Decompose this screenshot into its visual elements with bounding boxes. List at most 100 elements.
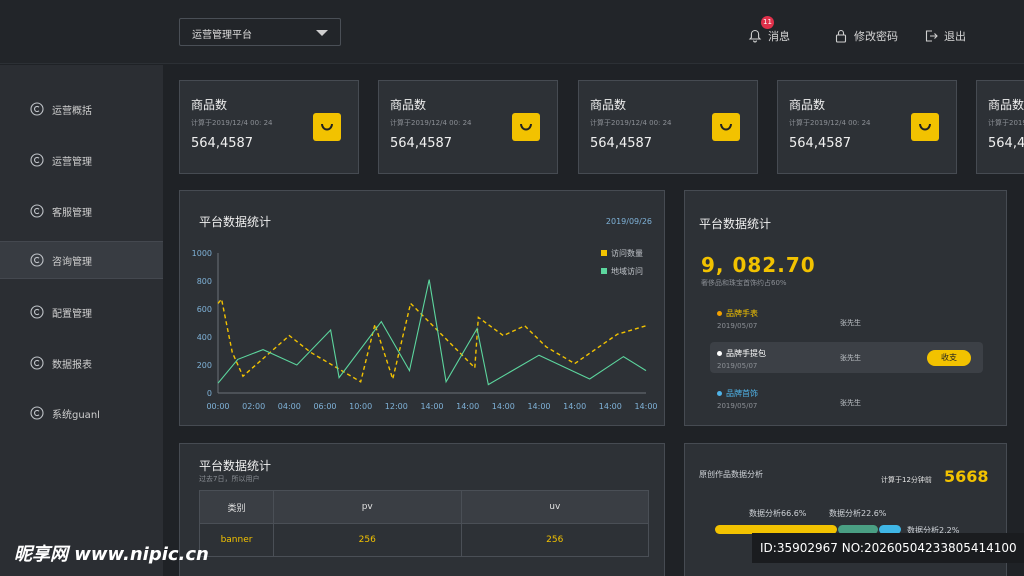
- item-name: 品牌首饰: [726, 389, 758, 398]
- x-tick-label: 14:00: [527, 402, 550, 411]
- change-password-button[interactable]: 修改密码: [834, 28, 898, 44]
- y-tick-label: 800: [197, 277, 212, 286]
- panel-title: 原创作品数据分析: [699, 470, 763, 479]
- copyright-icon: [30, 406, 44, 420]
- x-tick-label: 00:00: [206, 402, 229, 411]
- copyright-icon: [30, 305, 44, 319]
- status-dot: [717, 391, 722, 396]
- list-item[interactable]: 品牌手表 2019/05/07: [717, 308, 758, 330]
- change-password-label: 修改密码: [854, 30, 898, 43]
- sidebar-item-system[interactable]: 系统guanl: [0, 394, 163, 432]
- stat-card: 商品数 计算于2019/12/4 00: 24 564,4587: [976, 80, 1024, 174]
- column-header: 类别: [199, 490, 274, 524]
- legend-label-region: 地域访问: [611, 266, 643, 276]
- list-item[interactable]: 品牌手提包 2019/05/07: [717, 348, 766, 370]
- stat-card: 商品数 计算于2019/12/4 00: 24 564,4587: [777, 80, 957, 174]
- table-header-row: 类别 pv uv: [199, 490, 649, 524]
- segment-label: 数据分析66.6%: [749, 509, 807, 518]
- stat-card: 商品数 计算于2019/12/4 00: 24 564,4587: [179, 80, 359, 174]
- y-tick-label: 400: [197, 333, 212, 342]
- messages-label: 消息: [768, 30, 790, 43]
- panel-title: 平台数据统计: [199, 459, 272, 473]
- card-timestamp: 计算于2019/12/4 00: 24: [590, 119, 672, 127]
- card-value: 564,4587: [988, 136, 1024, 151]
- shopping-bag-icon: [313, 113, 341, 141]
- income-button[interactable]: 收支: [927, 350, 971, 366]
- data-table: 类别 pv uv banner 256 256: [199, 490, 649, 557]
- item-date: 2019/05/07: [717, 362, 758, 370]
- messages-button[interactable]: 消息: [748, 28, 790, 44]
- calc-time-label: 计算于12分钟前: [881, 476, 932, 484]
- list-item[interactable]: 品牌首饰 2019/05/07: [717, 388, 758, 410]
- segment-label: 数据分析22.6%: [829, 509, 887, 518]
- status-dot: [717, 351, 722, 356]
- platform-select[interactable]: 运营管理平台: [179, 18, 341, 46]
- watermark-id: ID:35902967 NO:20260504233805414100: [752, 533, 1024, 563]
- card-title: 商品数: [789, 98, 826, 112]
- table-cell: banner: [199, 523, 274, 557]
- series-line-region: [217, 279, 647, 386]
- table-row[interactable]: banner 256 256: [199, 523, 649, 557]
- card-timestamp: 计算于2019/12/4 00: 24: [390, 119, 472, 127]
- item-date: 2019/05/07: [717, 322, 758, 330]
- shopping-bag-icon: [712, 113, 740, 141]
- card-timestamp: 计算于2019/12/4 00: 24: [789, 119, 871, 127]
- item-person: 张先生: [840, 319, 861, 327]
- stat-card: 商品数 计算于2019/12/4 00: 24 564,4587: [578, 80, 758, 174]
- card-value: 564,4587: [191, 136, 254, 151]
- copyright-icon: [30, 253, 44, 267]
- table-cell: 256: [273, 523, 462, 557]
- column-header: pv: [273, 490, 462, 524]
- column-header: uv: [460, 490, 649, 524]
- x-tick-label: 14:00: [599, 402, 622, 411]
- copyright-icon: [30, 153, 44, 167]
- panel-subtitle: 过去7日，所以用户: [199, 475, 260, 483]
- shopping-bag-icon: [512, 113, 540, 141]
- card-title: 商品数: [390, 98, 427, 112]
- stat-card: 商品数 计算于2019/12/4 00: 24 564,4587: [378, 80, 558, 174]
- amount-subtitle: 奢侈品和珠宝首饰约占60%: [701, 279, 787, 287]
- logout-icon: [925, 30, 938, 42]
- logout-label: 退出: [944, 30, 966, 43]
- y-tick-label: 0: [207, 389, 212, 398]
- logout-button[interactable]: 退出: [924, 28, 966, 44]
- card-timestamp: 计算于2019/12/4 00: 24: [988, 119, 1024, 127]
- sidebar-item-label: 运营概括: [52, 105, 92, 117]
- x-tick-label: 10:00: [349, 402, 372, 411]
- watermark-logo: 昵享网 www.nipic.cn: [14, 544, 209, 565]
- sidebar-item-overview[interactable]: 运营概括: [0, 90, 163, 128]
- total-amount: 9, 082.70: [701, 253, 816, 277]
- card-title: 商品数: [590, 98, 627, 112]
- sidebar-item-label: 配置管理: [52, 308, 92, 320]
- sidebar-item-reports[interactable]: 数据报表: [0, 344, 163, 382]
- sidebar-item-label: 咨询管理: [52, 256, 92, 268]
- y-tick-label: 200: [197, 361, 212, 370]
- platform-select-value: 运营管理平台: [192, 30, 252, 41]
- item-name: 品牌手提包: [726, 349, 766, 358]
- item-person: 张先生: [840, 354, 861, 362]
- message-count-badge: 11: [761, 16, 774, 29]
- card-timestamp: 计算于2019/12/4 00: 24: [191, 119, 273, 127]
- sidebar-item-consulting[interactable]: 咨询管理: [0, 241, 163, 279]
- x-tick-label: 12:00: [385, 402, 408, 411]
- sidebar-item-customer-service[interactable]: 客服管理: [0, 192, 163, 230]
- x-tick-label: 14:00: [634, 402, 657, 411]
- legend-swatch-visits: [601, 250, 607, 256]
- y-tick-label: 600: [197, 305, 212, 314]
- card-value: 564,4587: [390, 136, 453, 151]
- panel-title: 平台数据统计: [699, 217, 772, 231]
- analysis-value: 5668: [944, 467, 989, 486]
- series-line-visits: [217, 297, 647, 383]
- item-person: 张先生: [840, 399, 861, 407]
- sidebar-item-config[interactable]: 配置管理: [0, 293, 163, 331]
- shopping-bag-icon: [911, 113, 939, 141]
- sidebar-item-label: 数据报表: [52, 359, 92, 371]
- table-cell: 256: [460, 523, 649, 557]
- item-name: 品牌手表: [726, 309, 758, 318]
- copyright-icon: [30, 102, 44, 116]
- x-tick-label: 14:00: [492, 402, 515, 411]
- line-chart: 0 200 400 600 800 1000 00:00 02:00 04:00 06:00 10…: [192, 248, 658, 411]
- sidebar-item-operations[interactable]: 运营管理: [0, 141, 163, 179]
- legend-swatch-region: [601, 268, 607, 274]
- card-title: 商品数: [988, 98, 1024, 112]
